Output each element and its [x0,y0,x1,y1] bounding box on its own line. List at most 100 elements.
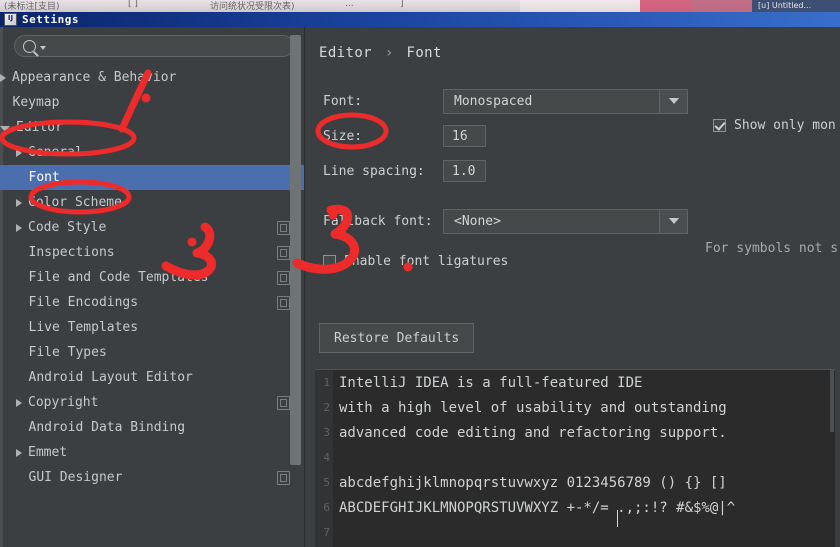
show-only-monospaced-checkbox[interactable] [713,119,726,132]
preview-line-text: ABCDEFGHIJKLMNOPQRSTUVWXYZ +-*/= .,;:!? … [339,499,736,516]
bg-text-fragment: ] [400,0,404,9]
search-box[interactable] [14,35,294,57]
chevron-down-icon[interactable] [659,89,687,113]
chevron-right-icon[interactable] [16,148,22,157]
sidebar-item-copyright[interactable]: Copyright [0,390,304,415]
sidebar-search-row [0,27,304,63]
settings-main-panel: Editor › Font Font: Monospaced Size: 1 6 … [305,27,840,547]
sidebar-item-label: Code Style [28,220,107,235]
ligatures-checkbox[interactable] [323,254,336,268]
font-label: Font: [323,93,363,109]
show-only-monospaced-row[interactable]: Show only mon [713,118,836,133]
sidebar-item-keymap[interactable]: Keymap [0,90,304,115]
sidebar-item-android-data-binding[interactable]: Android Data Binding [0,415,304,440]
sidebar-item-label: Live Templates [28,320,139,335]
chevron-down-icon[interactable] [0,125,10,132]
copy-settings-icon[interactable] [277,271,290,285]
show-only-monospaced-label: Show only mon [734,118,836,133]
sidebar-item-label: Keymap [12,95,60,110]
sidebar-item-code-style[interactable]: Code Style [0,215,304,240]
chevron-down-icon[interactable] [659,209,687,233]
copy-settings-icon[interactable] [277,396,290,410]
chevron-right-icon[interactable] [0,73,6,82]
chevron-right-icon[interactable] [16,448,22,457]
preview-line-number: 4 [323,451,330,464]
line-spacing-row: Line spacing: 1.0 [323,160,840,182]
font-row: Font: Monospaced [323,88,840,114]
fallback-font-value: <None> [454,213,501,229]
sidebar-item-file-and-code-templates[interactable]: File and Code Templates [0,265,304,290]
settings-window: Settings Appearance & Behavior Keymap Edit… [0,12,840,547]
background-desktop-strip: (未标注[支目) [ ] 访问统状况受限次表) ... ] [u] Untitl… [0,0,840,12]
font-family-select[interactable]: Monospaced [443,88,688,114]
sidebar-item-label: Color Scheme [28,195,122,210]
sidebar-item-appearance-behavior[interactable]: Appearance & Behavior [0,65,304,90]
chevron-right-icon[interactable] [16,398,22,407]
sidebar-item-emmet[interactable]: Emmet [0,440,304,465]
sidebar-item-label: Android Layout Editor [28,370,193,385]
sidebar-item-label: Font [28,170,60,185]
sidebar-item-general[interactable]: General [0,140,304,165]
ligatures-label: Enable font ligatures [344,253,509,269]
copy-settings-icon[interactable] [277,296,290,310]
preview-line-number: 7 [323,526,330,539]
sidebar-item-live-templates[interactable]: Live Templates [0,315,304,340]
copy-settings-icon[interactable] [277,246,290,260]
line-spacing-input[interactable]: 1.0 [443,160,486,182]
breadcrumb-root[interactable]: Editor [319,45,372,61]
sidebar-scrollbar-thumb[interactable] [290,35,301,465]
preview-line: 5 abcdefghijklmnopqrstuvwxyz 0123456789 (… [315,470,835,495]
preview-line: 6 ABCDEFGHIJKLMNOPQRSTUVWXYZ +-*/= .,;:!?… [315,495,835,520]
search-input[interactable] [51,38,285,54]
bg-block [692,0,752,12]
sidebar-item-gui-designer[interactable]: GUI Designer [0,465,304,490]
preview-line-number: 1 [323,376,330,389]
chevron-right-icon[interactable] [16,223,22,232]
copy-settings-icon[interactable] [277,221,290,235]
preview-line-text: advanced code editing and refactoring su… [339,424,727,441]
sidebar-item-label: General [28,145,83,160]
copy-settings-icon[interactable] [277,471,290,485]
bg-block [520,0,640,12]
preview-line: 7 [315,520,835,545]
chevron-down-icon[interactable] [40,46,46,50]
preview-scrollbar-track[interactable] [829,370,835,547]
chevron-right-icon[interactable] [16,198,22,207]
preview-line-number: 3 [323,426,330,439]
sidebar-item-file-types[interactable]: File Types [0,340,304,365]
fallback-font-row: Fallback font: <None> [323,208,840,234]
font-preview-editor[interactable]: 1 IntelliJ IDEA is a full-featured IDE 2 wi… [315,369,835,547]
sidebar-item-inspections[interactable]: Inspections [0,240,304,265]
restore-defaults-button[interactable]: Restore Defaults [319,323,475,353]
font-family-value: Monospaced [454,93,533,109]
preview-scrollbar-thumb[interactable] [830,370,834,432]
fallback-font-select[interactable]: <None> [443,208,688,234]
preview-line-text: with a high level of usability and outst… [339,399,727,416]
breadcrumb-leaf: Font [406,45,442,61]
sidebar-item-font[interactable]: Font [0,165,304,190]
sidebar-item-file-encodings[interactable]: File Encodings [0,290,304,315]
preview-line-number: 5 [323,476,330,489]
search-icon [23,39,36,53]
sidebar-item-label: Appearance & Behavior [12,70,177,85]
sidebar-item-android-layout-editor[interactable]: Android Layout Editor [0,365,304,390]
preview-line-text: IntelliJ IDEA is a full-featured IDE [339,374,643,391]
bg-text-fragment: [ ] [128,0,138,9]
sidebar-item-label: File Types [28,345,107,360]
settings-tree: Appearance & Behavior Keymap Editor General… [0,65,304,490]
fallback-font-hint: For symbols not s [705,241,839,256]
font-size-input[interactable]: 16 [443,125,486,147]
sidebar-item-editor[interactable]: Editor [0,115,304,140]
breadcrumb: Editor › Font [305,27,840,61]
sidebar-item-label: File Encodings [28,295,139,310]
sidebar-item-color-scheme[interactable]: Color Scheme [0,190,304,215]
bg-text-fragment: ... [345,0,354,9]
window-title: Settings [22,13,79,26]
bg-text-fragment: (未标注[支目) [4,2,60,12]
sidebar-item-label: File and Code Templates [28,270,209,285]
